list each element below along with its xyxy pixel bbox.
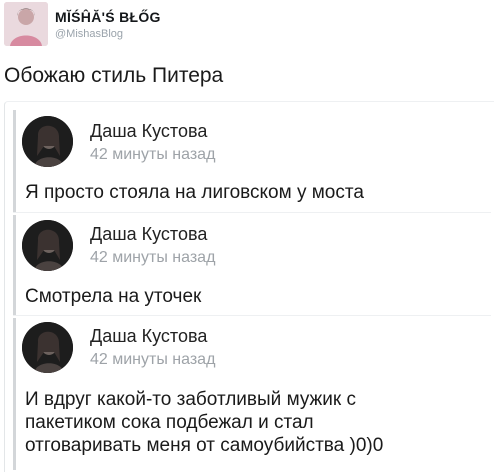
comment-text-line: И вдруг какой-то заботливый мужик с [25,389,356,410]
user-handle[interactable]: @MishasBlog [55,28,161,40]
comment-text-line: отговаривать меня от самоубийства )0)0 [25,435,384,456]
thread-bar [13,110,16,212]
divider [13,212,491,213]
tweet-text: Обожаю стиль Питера [4,64,224,87]
comment-time: 42 минуты назад [90,146,216,163]
avatar-image [4,2,48,46]
thread-bar [13,215,16,315]
comment-author[interactable]: Даша Кустова [90,224,207,245]
comment-avatar[interactable] [22,322,73,373]
screenshot: MĬŚĤĂ'Ś BŁŐG @MishasBlog Обожаю стиль Пи… [0,0,495,472]
comment-text: Я просто стояла на лиговском у моста [25,181,485,204]
display-name[interactable]: MĬŚĤĂ'Ś BŁŐG [55,9,161,25]
comment-text-line: пакетиком сока подбежал и стал [25,412,314,433]
comment-3: Даша Кустова 42 минуты назад И вдруг как… [13,318,483,470]
comment-avatar[interactable] [22,220,73,271]
comment-author[interactable]: Даша Кустова [90,121,207,142]
comment-1: Даша Кустова 42 минуты назад Я просто ст… [13,110,483,212]
avatar[interactable] [4,2,48,46]
header-names: MĬŚĤĂ'Ś BŁŐG @MishasBlog [55,9,161,40]
comment-text: Смотрела на уточек [25,285,485,308]
thread-bar [13,318,16,470]
divider [13,315,491,316]
comment-2: Даша Кустова 42 минуты назад Смотрела на… [13,215,483,315]
comment-author[interactable]: Даша Кустова [90,326,207,347]
comment-time: 42 минуты назад [90,249,216,266]
comment-time: 42 минуты назад [90,351,216,368]
comment-avatar[interactable] [22,116,73,167]
comment-text-line: Смотрела на уточек [25,286,202,307]
comment-text: И вдруг какой-то заботливый мужик с паке… [25,388,485,457]
tweet-header: MĬŚĤĂ'Ś BŁŐG @MishasBlog [4,2,161,46]
comment-text-line: Я просто стояла на лиговском у моста [25,182,364,203]
